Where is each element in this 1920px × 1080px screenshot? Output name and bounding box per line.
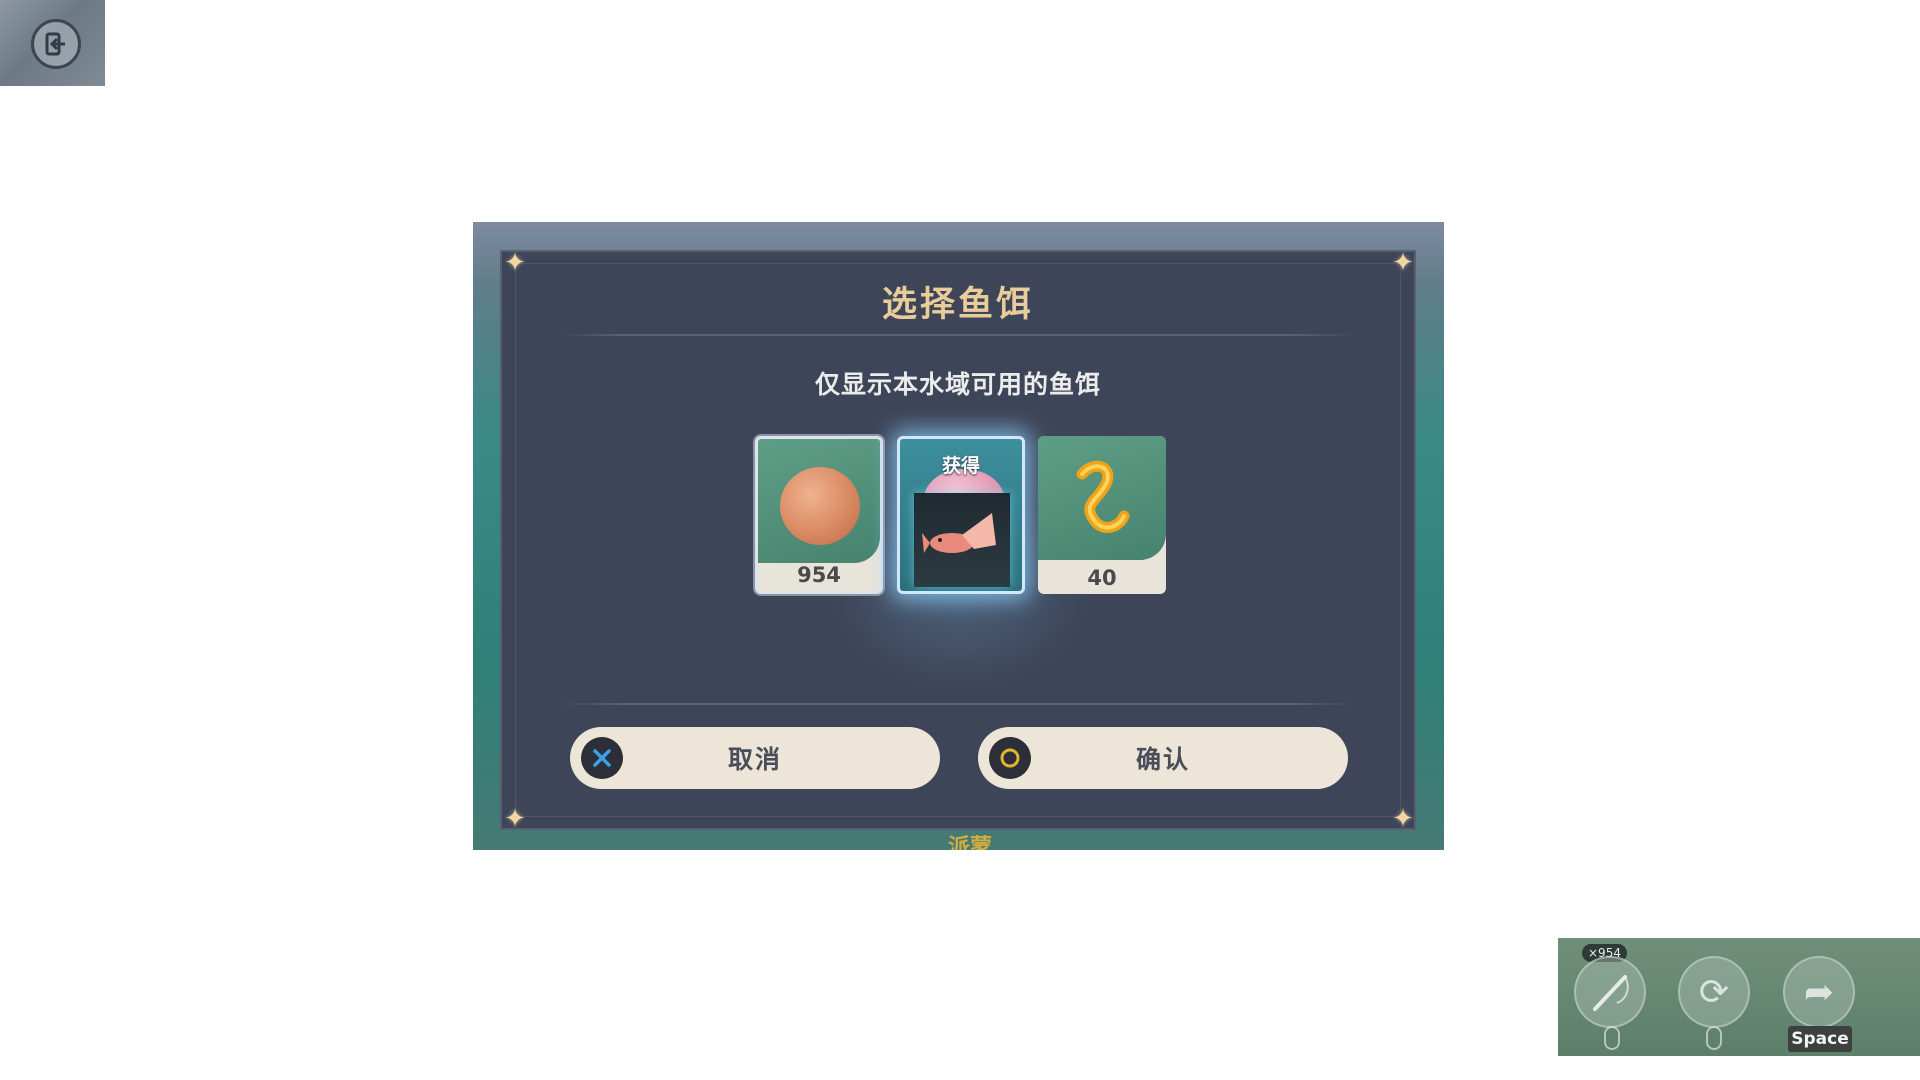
corner-ornament-bl: ✦ xyxy=(504,804,526,834)
corner-ornament-tl: ✦ xyxy=(504,248,526,278)
bait-count: 40 xyxy=(1087,566,1117,590)
bait-slot-2[interactable]: 获得 xyxy=(897,436,1025,594)
right-mouse-icon xyxy=(1706,1026,1722,1050)
confirm-button[interactable]: 确认 xyxy=(978,727,1348,789)
worm-bait-icon xyxy=(1076,460,1130,533)
fishing-hud: ×954 ⟳ ➦ Space xyxy=(1558,938,1920,1056)
space-key-hint: Space xyxy=(1788,1026,1852,1052)
bait-slot-3[interactable]: 40 xyxy=(1038,436,1166,594)
left-mouse-icon xyxy=(1604,1026,1620,1050)
corner-ornament-tr: ✦ xyxy=(1392,248,1414,278)
bottom-divider xyxy=(560,703,1356,705)
confirm-label: 确认 xyxy=(1135,745,1190,774)
jump-icon[interactable]: ➦ xyxy=(1783,956,1855,1028)
corner-ornament-br: ✦ xyxy=(1392,804,1414,834)
reel-icon[interactable]: ⟳ xyxy=(1678,956,1750,1028)
bait-art xyxy=(758,439,880,563)
bait-art xyxy=(1038,436,1166,560)
cancel-label: 取消 xyxy=(727,745,782,774)
bait-slot-1[interactable]: 954 xyxy=(755,436,883,594)
title-divider xyxy=(560,334,1356,336)
bait-art: 获得 xyxy=(900,439,1022,591)
bait-count: 954 xyxy=(797,563,841,587)
cancel-button[interactable]: 取消 xyxy=(570,727,940,789)
dialog-title: 选择鱼饵 xyxy=(881,285,1034,325)
fruit-paste-bait-icon xyxy=(780,467,860,545)
fishing-rod-icon[interactable] xyxy=(1574,956,1646,1028)
fish-icon xyxy=(914,493,1010,587)
dialog-subtitle: 仅显示本水域可用的鱼饵 xyxy=(814,370,1101,399)
top-left-scene-patch xyxy=(0,0,105,86)
exit-icon[interactable] xyxy=(31,19,81,69)
obtained-label: 获得 xyxy=(941,455,980,477)
paimon-hint-text: 派蒙 xyxy=(947,835,992,850)
